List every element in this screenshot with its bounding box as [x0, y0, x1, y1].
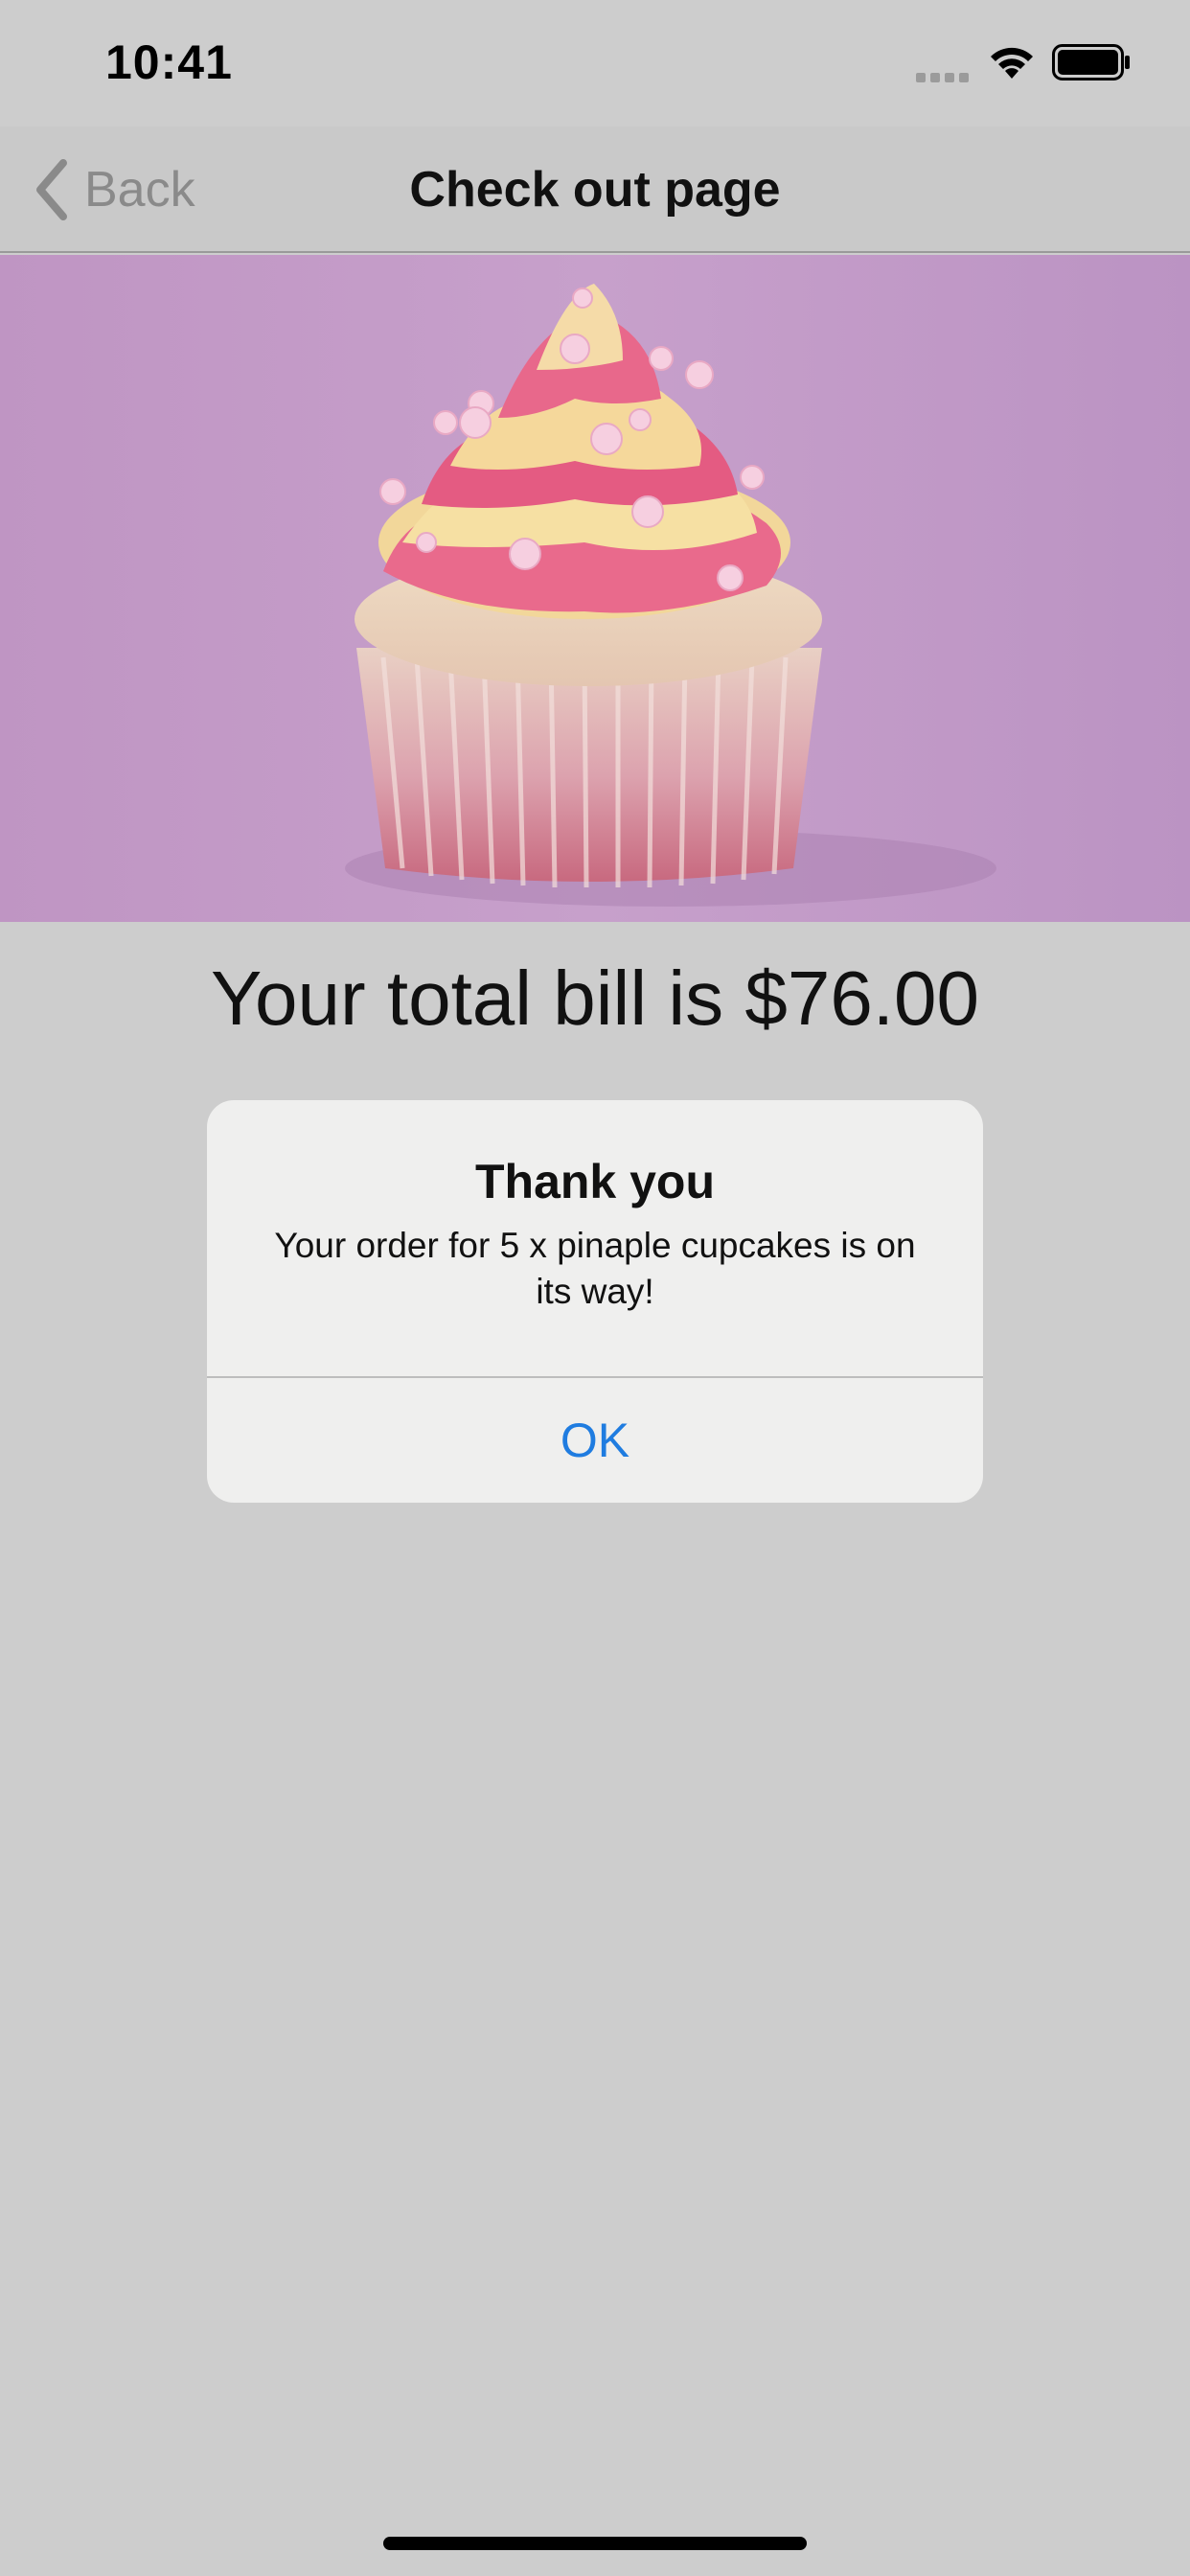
battery-icon [1052, 44, 1130, 80]
cupcake-image [0, 255, 1190, 922]
screen: 10:41 Back Check out page Your total bil… [0, 0, 1190, 2576]
cupcake-illustration [0, 255, 1190, 922]
alert-message: Your order for 5 x pinaple cupcakes is o… [274, 1226, 916, 1311]
home-indicator[interactable] [383, 2537, 807, 2550]
ok-button[interactable]: OK [207, 1378, 983, 1503]
alert-title: Thank you [474, 1155, 716, 1208]
status-time: 10:41 [105, 35, 233, 89]
status-bar: 10:41 [0, 0, 1190, 126]
navigation-bar: Back Check out page [0, 126, 1190, 253]
wifi-icon [991, 47, 1033, 79]
order-confirmation-alert: Thank you Your order for 5 x pinaple cup… [207, 1100, 983, 1503]
page-title: Check out page [409, 162, 781, 218]
total-bill-text: Your total bill is $76.00 [210, 955, 980, 1041]
signal-icon [916, 73, 969, 82]
